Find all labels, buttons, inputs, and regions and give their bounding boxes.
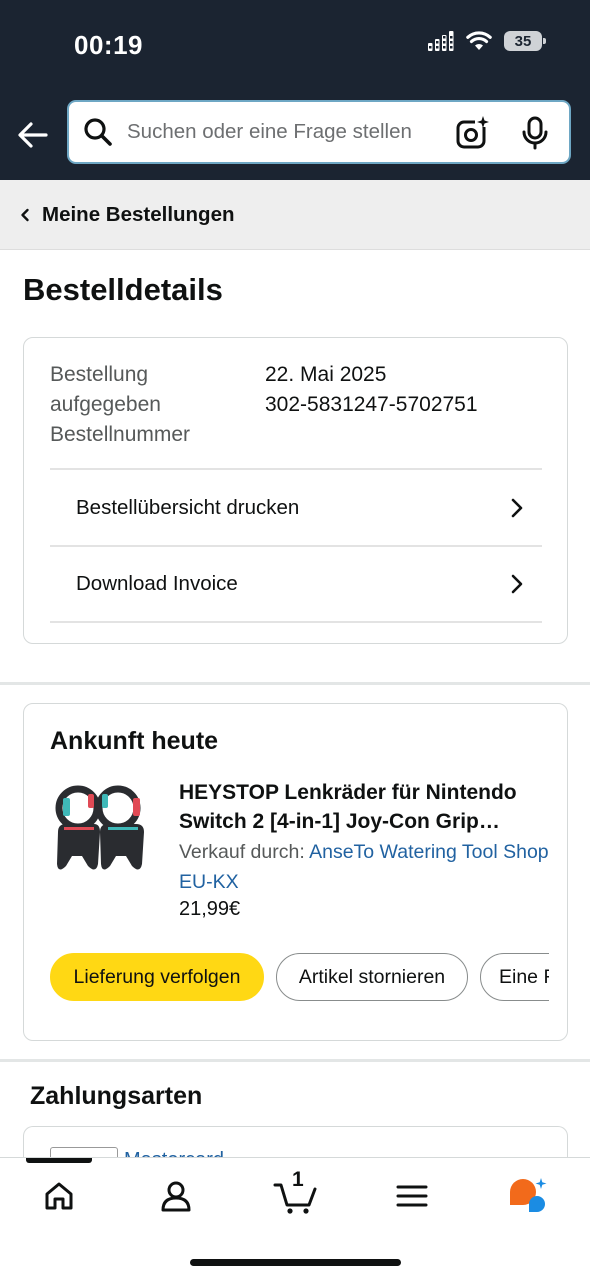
section-divider	[0, 682, 590, 685]
label-order-line2: aufgegeben	[50, 393, 161, 416]
nav-menu[interactable]	[390, 1174, 434, 1218]
arrival-heading: Ankunft heute	[50, 727, 219, 755]
cart-count: 1	[292, 1168, 304, 1191]
header-bar: 00:19 35	[0, 0, 590, 180]
print-summary-link[interactable]: Bestellübersicht drucken	[50, 468, 542, 546]
user-icon	[161, 1181, 191, 1212]
product-title[interactable]: HEYSTOP Lenkräder für Nintendo Switch 2 …	[179, 778, 551, 836]
label-order-line1: Bestellung	[50, 363, 149, 386]
battery-icon: 35	[504, 31, 546, 51]
battery-level: 35	[514, 32, 532, 50]
cancel-item-button[interactable]: Artikel stornieren	[276, 953, 468, 1001]
order-number: 302-5831247-5702751	[265, 393, 478, 416]
camera-search-icon[interactable]	[455, 115, 491, 151]
home-indicator	[190, 1259, 401, 1266]
nav-cart[interactable]: 1	[272, 1168, 320, 1218]
breadcrumb-label: Meine Bestellungen	[42, 202, 235, 226]
product-title-line2: Switch 2 [4-in-1] Joy-Con Grip…	[179, 810, 500, 833]
more-action-button[interactable]: Eine F	[480, 953, 549, 1001]
menu-icon	[396, 1185, 428, 1207]
product-image[interactable]	[52, 784, 148, 878]
page-title: Bestelldetails	[23, 272, 223, 307]
search-icon	[84, 118, 112, 146]
shipment-card: Ankunft heute HEYSTOP Lenkräder für Nint…	[23, 703, 568, 1041]
sold-by-label: Verkauf durch:	[179, 841, 305, 863]
microphone-icon[interactable]	[517, 115, 553, 151]
wifi-icon	[466, 31, 492, 50]
nav-assistant[interactable]	[506, 1174, 550, 1218]
search-bar[interactable]	[67, 100, 571, 164]
order-info-values: 22. Mai 2025 302-5831247-5702751	[265, 360, 478, 420]
download-invoice-label: Download Invoice	[76, 572, 238, 595]
order-info-labels: Bestellung aufgegeben Bestellnummer	[50, 360, 190, 450]
status-time: 00:19	[74, 30, 143, 60]
order-info-card: Bestellung aufgegeben Bestellnummer 22. …	[23, 337, 568, 644]
nav-account[interactable]	[154, 1174, 198, 1218]
seller-info: Verkauf durch: AnseTo Watering Tool Shop…	[179, 837, 549, 897]
chevron-right-icon	[511, 574, 523, 594]
active-tab-indicator	[26, 1158, 92, 1163]
order-date: 22. Mai 2025	[265, 363, 387, 386]
download-invoice-link[interactable]: Download Invoice	[50, 545, 542, 623]
status-icons: 35	[428, 31, 546, 51]
section-divider	[0, 1059, 590, 1062]
signal-icon	[428, 31, 454, 51]
chevron-left-icon	[21, 208, 29, 221]
home-icon	[45, 1182, 73, 1210]
nav-home[interactable]	[37, 1174, 81, 1218]
label-order-number: Bestellnummer	[50, 423, 191, 446]
breadcrumb[interactable]: Meine Bestellungen	[0, 180, 590, 250]
action-buttons-row: Lieferung verfolgen Artikel stornieren E…	[50, 952, 549, 1004]
product-title-line1: HEYSTOP Lenkräder für Nintendo	[179, 781, 517, 804]
chevron-right-icon	[511, 498, 523, 518]
payments-heading: Zahlungsarten	[30, 1082, 203, 1110]
product-price: 21,99€	[179, 898, 241, 920]
track-delivery-button[interactable]: Lieferung verfolgen	[50, 953, 264, 1001]
back-arrow-icon[interactable]	[16, 118, 50, 152]
assistant-icon	[510, 1178, 547, 1212]
print-summary-label: Bestellübersicht drucken	[76, 496, 300, 519]
battery-cap	[543, 38, 546, 44]
search-input[interactable]	[127, 120, 427, 144]
